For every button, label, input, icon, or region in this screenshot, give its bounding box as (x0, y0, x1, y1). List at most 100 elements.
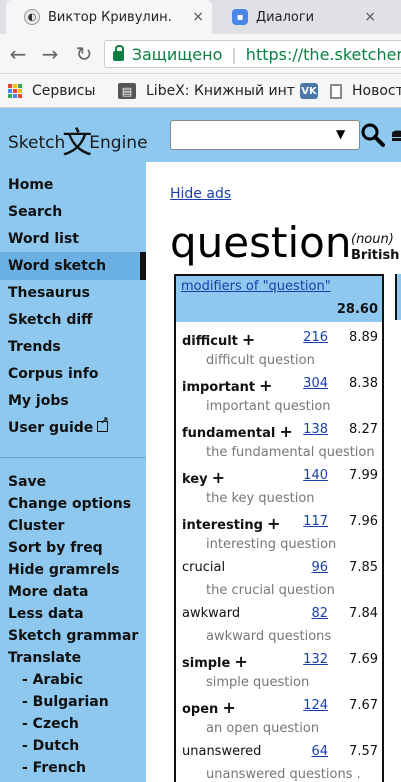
external-link-icon (97, 416, 109, 432)
reload-icon[interactable]: ↻ (72, 42, 96, 66)
salience-score: 7.99 (349, 468, 378, 483)
collocate-text: difficult (182, 334, 238, 349)
close-tab-icon[interactable]: × (192, 9, 204, 25)
logo-character: 文 (62, 126, 93, 161)
sidebar-item-sketch-diff[interactable]: Sketch diff (8, 312, 93, 328)
example-phrase[interactable]: the fundamental question (206, 445, 375, 460)
frequency-link[interactable]: 140 (303, 468, 328, 483)
sketch-engine-logo[interactable]: Sketch文Engine (8, 118, 148, 162)
address-separator: | (231, 44, 237, 64)
collocate-word: important + (182, 376, 273, 395)
back-arrow-icon[interactable]: ← (6, 42, 30, 66)
sidebar-item-word-list[interactable]: Word list (8, 231, 79, 247)
example-phrase[interactable]: awkward questions (206, 629, 331, 644)
bookmark-services[interactable]: Сервисы (8, 74, 95, 108)
tab-dialogi[interactable]: ▪ Диалоги × (214, 0, 384, 34)
salience-score: 7.57 (349, 744, 378, 759)
sidebar-item-trends[interactable]: Trends (8, 339, 61, 355)
expand-plus-icon[interactable]: + (212, 468, 225, 487)
tab-viktor-krivulin[interactable]: ◐ Виктор Кривулин. × (6, 0, 212, 34)
frequency-link[interactable]: 124 (303, 698, 328, 713)
expand-plus-icon[interactable]: + (259, 376, 272, 395)
expand-plus-icon[interactable]: + (279, 422, 292, 441)
sidebar-item-lang-arabic[interactable]: - Arabic (22, 672, 83, 688)
sidebar-item-lang-czech[interactable]: - Czech (22, 716, 79, 732)
example-phrase[interactable]: simple question (206, 675, 309, 690)
collocate-word: crucial (182, 560, 225, 575)
example-phrase[interactable]: the key question (206, 491, 315, 506)
collocate-word: key + (182, 468, 225, 487)
close-tab-icon[interactable]: × (364, 9, 376, 25)
example-phrase[interactable]: interesting question (206, 537, 336, 552)
chat-favicon-icon: ▪ (232, 9, 248, 25)
expand-plus-icon[interactable]: + (222, 698, 235, 717)
address-bar[interactable]: Защищено | https://the.sketcher (104, 40, 401, 68)
sidebar-item-save[interactable]: Save (8, 474, 46, 490)
tab-title: Диалоги (256, 9, 315, 25)
frequency-link[interactable]: 82 (311, 606, 328, 621)
frequency-link[interactable]: 117 (303, 514, 328, 529)
salience-score: 8.27 (349, 422, 378, 437)
collocate-word: difficult + (182, 330, 255, 349)
search-icon[interactable] (360, 122, 386, 148)
collocate-text: interesting (182, 518, 263, 533)
url-text: https://the.sketcher (245, 44, 401, 64)
frequency-link[interactable]: 304 (303, 376, 328, 391)
corpus-search-input[interactable] (170, 120, 360, 150)
sidebar-item-hide-gramrels[interactable]: Hide gramrels (8, 562, 119, 578)
bookmark-label: Новости (352, 83, 401, 99)
bookmark-news[interactable]: Новости (330, 74, 401, 108)
sidebar-item-home[interactable]: Home (8, 177, 53, 193)
bookmark-libex[interactable]: ▤ LibeX: Книжный инт (118, 74, 295, 108)
sidebar-item-search[interactable]: Search (8, 204, 62, 220)
example-phrase[interactable]: an open question (206, 721, 319, 736)
collocation-row: open +124 7.67 an open question (176, 698, 382, 744)
sidebar-item-cluster[interactable]: Cluster (8, 518, 64, 534)
sidebar-item-corpus-info[interactable]: Corpus info (8, 366, 98, 382)
corpus-name: British (351, 248, 400, 263)
bookmark-vk[interactable]: VK (300, 74, 328, 108)
sidebar-item-translate[interactable]: Translate (8, 650, 81, 666)
frequency-link[interactable]: 216 (303, 330, 328, 345)
sidebar-item-less-data[interactable]: Less data (8, 606, 84, 622)
frequency-link[interactable]: 64 (311, 744, 328, 759)
sidebar-item-sketch-grammar[interactable]: Sketch grammar (8, 628, 138, 644)
sidebar-item-user-guide[interactable]: User guide (8, 416, 109, 436)
secure-label: Защищено (131, 44, 223, 64)
sidebar-item-lang-french[interactable]: - French (22, 760, 86, 776)
expand-plus-icon[interactable]: + (234, 652, 247, 671)
gramrel-title-link[interactable]: modifiers of "question" (181, 279, 331, 294)
example-phrase[interactable]: important question (206, 399, 331, 414)
collocate-text: crucial (182, 560, 226, 575)
expand-plus-icon[interactable]: + (267, 514, 280, 533)
forward-arrow-icon[interactable]: → (38, 42, 62, 66)
sidebar-item-word-sketch[interactable]: Word sketch (8, 258, 106, 274)
collocation-row: crucial 96 7.85 the crucial question (176, 560, 382, 606)
example-phrase[interactable]: unanswered questions . (206, 767, 361, 782)
gramrel-table-header: modifiers of "question" 28.60 (176, 276, 382, 322)
sidebar-divider (0, 457, 146, 458)
collocate-text: awkward (182, 606, 241, 621)
sidebar-item-lang-bulgarian[interactable]: - Bulgarian (22, 694, 109, 710)
sidebar-item-thesaurus[interactable]: Thesaurus (8, 285, 90, 301)
sidebar-item-more-data[interactable]: More data (8, 584, 88, 600)
sidebar-item-change-options[interactable]: Change options (8, 496, 131, 512)
browser-tab-strip: ◐ Виктор Кривулин. × ▪ Диалоги × (0, 0, 401, 34)
search-dropdown-icon[interactable]: ▼ (336, 127, 345, 141)
salience-score: 7.96 (349, 514, 378, 529)
part-of-speech: (noun) (351, 232, 394, 247)
example-phrase[interactable]: difficult question (206, 353, 315, 368)
salience-score: 7.84 (349, 606, 378, 621)
frequency-link[interactable]: 132 (303, 652, 328, 667)
hide-ads-link[interactable]: Hide ads (170, 186, 231, 202)
logo-text-right: Engine (89, 133, 148, 153)
example-phrase[interactable]: the crucial question (206, 583, 335, 598)
sidebar-item-sort-by-freq[interactable]: Sort by freq (8, 540, 103, 556)
sidebar-item-lang-dutch[interactable]: - Dutch (22, 738, 79, 754)
database-icon[interactable] (392, 130, 401, 144)
expand-plus-icon[interactable]: + (242, 330, 255, 349)
frequency-link[interactable]: 96 (311, 560, 328, 575)
frequency-link[interactable]: 138 (303, 422, 328, 437)
sidebar-item-my-jobs[interactable]: My jobs (8, 393, 69, 409)
collocation-row: interesting +117 7.96 interesting question (176, 514, 382, 560)
